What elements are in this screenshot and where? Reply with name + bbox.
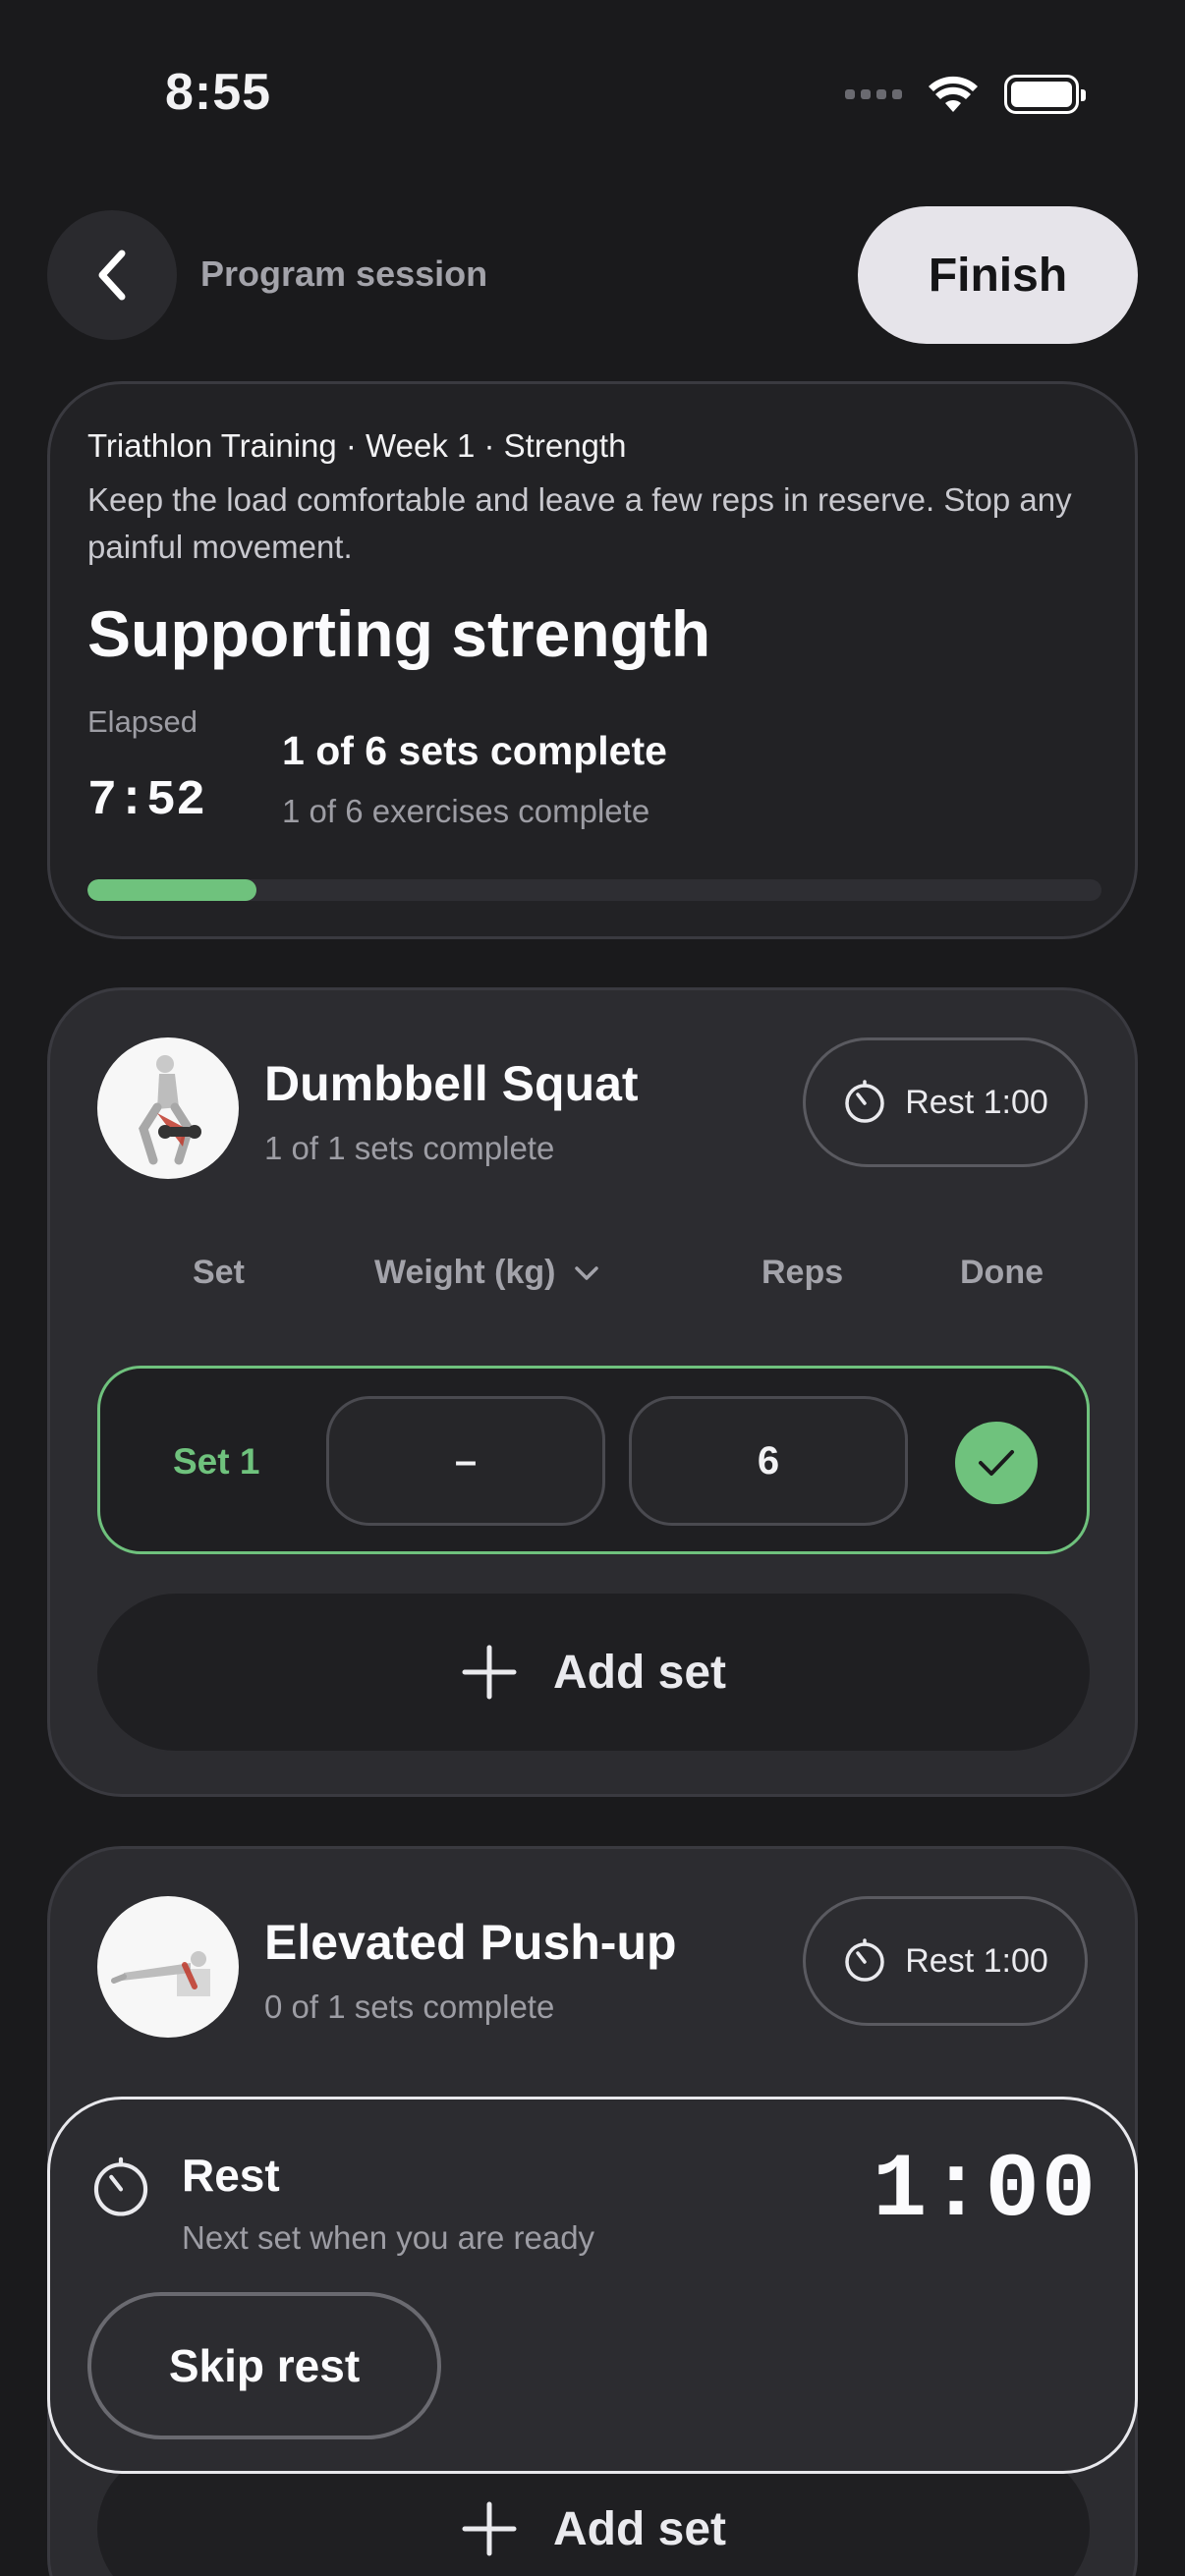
chevron-left-icon: [98, 250, 126, 301]
wifi-icon: [929, 76, 978, 112]
cellular-signal-icon: [845, 89, 902, 99]
exercise-progress-text: 1 of 1 sets complete: [264, 1130, 555, 1166]
weight-input[interactable]: –: [326, 1396, 605, 1526]
exercise-name: Dumbbell Squat: [264, 1056, 639, 1111]
back-button[interactable]: [47, 210, 177, 340]
add-set-button[interactable]: Add set: [97, 1594, 1090, 1751]
rest-timer-panel: Rest Next set when you are ready 1:00 Sk…: [47, 2097, 1138, 2474]
elapsed-label: Elapsed: [87, 704, 198, 739]
column-set: Set: [193, 1254, 245, 1291]
exercise-name: Elevated Push-up: [264, 1915, 677, 1970]
squat-figure-icon: [139, 1055, 201, 1165]
rest-subtitle: Next set when you are ready: [182, 2219, 595, 2256]
battery-icon: [1004, 75, 1086, 114]
chevron-down-icon: [575, 1265, 599, 1280]
session-summary-card: Triathlon Training · Week 1 · Strength K…: [47, 381, 1138, 939]
checkmark-icon: [979, 1450, 1014, 1476]
program-breadcrumb: Triathlon Training · Week 1 · Strength: [87, 427, 627, 464]
session-progress-fill: [87, 879, 257, 901]
rest-timer-button[interactable]: Rest 1:00: [803, 1896, 1088, 2026]
skip-rest-button[interactable]: Skip rest: [87, 2292, 441, 2439]
exercise-card-dumbbell-squat: Dumbbell Squat 1 of 1 sets complete Rest…: [47, 987, 1138, 1797]
rest-countdown: 1:00: [873, 2139, 1098, 2242]
column-weight-unit-toggle[interactable]: Weight (kg): [374, 1254, 600, 1292]
exercise-thumbnail[interactable]: [97, 1037, 239, 1179]
session-title: Supporting strength: [87, 597, 711, 670]
plus-icon: [462, 1645, 517, 1700]
rest-label: Rest 1:00: [905, 1941, 1048, 1980]
timer-icon: [845, 1938, 884, 1982]
set-row: Set 1 – 6: [97, 1366, 1090, 1554]
set-number: Set 1: [173, 1441, 260, 1482]
timer-icon: [845, 1080, 884, 1123]
header-title: Program session: [200, 253, 488, 294]
timer-icon: [93, 2156, 148, 2216]
exercise-thumbnail[interactable]: [97, 1896, 239, 2038]
program-session-screen: 8:55 Program session Finish Triathlon Tr…: [0, 0, 1185, 2576]
plus-icon: [462, 2501, 517, 2556]
exercise-progress-text: 0 of 1 sets complete: [264, 1988, 555, 2025]
rest-title: Rest: [182, 2150, 280, 2201]
elapsed-timer: 7:52: [87, 773, 206, 829]
column-weight-label: Weight (kg): [374, 1254, 556, 1291]
status-icons: [845, 75, 1086, 114]
finish-button[interactable]: Finish: [858, 206, 1138, 344]
status-time: 8:55: [165, 64, 272, 121]
column-reps: Reps: [762, 1254, 844, 1291]
column-done: Done: [960, 1254, 1044, 1291]
add-set-label: Add set: [552, 1646, 726, 1699]
add-set-label: Add set: [552, 2502, 726, 2555]
exercises-complete-text: 1 of 6 exercises complete: [282, 793, 650, 829]
rest-label: Rest 1:00: [905, 1083, 1048, 1121]
session-progress-bar: [87, 879, 1101, 901]
reps-input[interactable]: 6: [629, 1396, 908, 1526]
push-up-figure-icon: [111, 1951, 210, 1996]
session-note: Keep the load comfortable and leave a fe…: [87, 481, 1072, 565]
rest-timer-button[interactable]: Rest 1:00: [803, 1037, 1088, 1167]
sets-complete-text: 1 of 6 sets complete: [282, 728, 667, 773]
set-done-checkbox[interactable]: [955, 1422, 1038, 1504]
